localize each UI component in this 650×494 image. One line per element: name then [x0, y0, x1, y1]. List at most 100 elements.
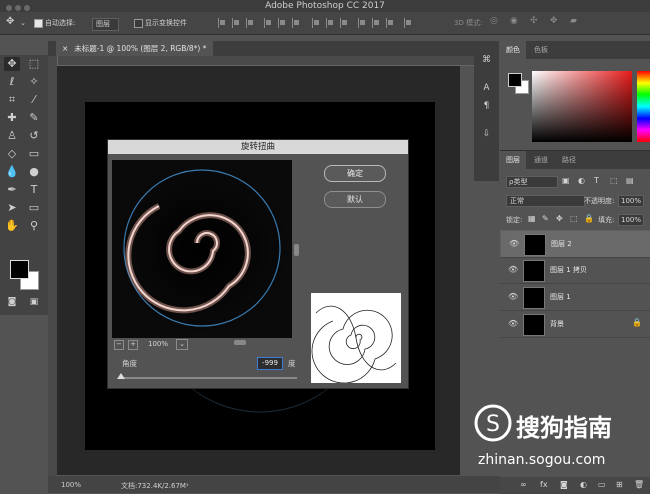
layer-filter-dropdown[interactable]: ρ类型 — [506, 176, 558, 188]
brush-tool-icon[interactable]: ✎ — [26, 111, 42, 125]
folder-icon[interactable]: ▭ — [598, 480, 606, 489]
lock-paint-icon[interactable]: ✎ — [542, 214, 549, 223]
trash-icon[interactable]: 🗑 — [634, 480, 644, 489]
lasso-tool-icon[interactable]: ℓ — [4, 75, 20, 89]
zoom-dropdown-chevron-icon[interactable]: ⌄ — [176, 339, 188, 350]
lock-artboard-icon[interactable]: ⬚ — [570, 214, 578, 223]
angle-input[interactable]: -999 — [257, 357, 283, 370]
filter-shape-icon[interactable]: ⬚ — [610, 176, 618, 185]
type-tool-icon[interactable]: T — [26, 183, 42, 197]
distribute-left-icon[interactable] — [358, 18, 368, 28]
layer-row[interactable]: 👁 图层 1 — [500, 284, 650, 311]
ok-button[interactable]: 确定 — [324, 165, 386, 182]
distribute-vcenter-icon[interactable] — [326, 18, 336, 28]
tab-swatches[interactable]: 色板 — [528, 41, 554, 59]
align-bottom-icon[interactable] — [246, 18, 256, 28]
angle-slider-thumb[interactable] — [117, 373, 125, 379]
align-hcenter-icon[interactable] — [278, 18, 288, 28]
zoom-out-button[interactable]: − — [114, 340, 124, 350]
blend-mode-dropdown[interactable]: 正常 — [506, 195, 585, 207]
eyedropper-icon[interactable]: ⁄ — [26, 93, 42, 107]
align-vcenter-icon[interactable] — [232, 18, 242, 28]
show-transform-checkbox[interactable] — [134, 18, 143, 28]
adjustment-icon[interactable]: ◐ — [580, 480, 587, 489]
move-tool-icon[interactable]: ✥ — [6, 16, 14, 27]
filter-pixel-icon[interactable]: ▣ — [562, 176, 570, 185]
move-tool-icon[interactable]: ✥ — [4, 57, 20, 71]
align-right-icon[interactable] — [292, 18, 302, 28]
show-transform-option[interactable]: 显示变换控件 — [134, 18, 187, 29]
document-tab[interactable]: × 未标题-1 @ 100% (图层 2, RGB/8*) * — [56, 41, 213, 56]
eraser-tool-icon[interactable]: ◇ — [4, 147, 20, 161]
link-layers-icon[interactable]: ∞ — [520, 480, 527, 489]
auto-select-option[interactable]: 自动选择: — [34, 18, 75, 29]
lock-all-icon[interactable]: 🔒 — [584, 214, 594, 223]
angle-slider-track[interactable] — [121, 377, 297, 379]
distribute-top-icon[interactable] — [312, 18, 322, 28]
path-selection-icon[interactable]: ➤ — [4, 201, 20, 215]
history-panel-icon[interactable]: ⌘ — [481, 55, 492, 66]
eye-icon[interactable]: 👁 — [509, 239, 519, 248]
lock-position-icon[interactable]: ✥ — [556, 214, 563, 223]
layer-row[interactable]: 👁 图层 2 — [500, 230, 650, 258]
distribute-right-icon[interactable] — [386, 18, 396, 28]
screen-mode-icon[interactable]: ▣ — [26, 295, 42, 309]
clone-stamp-icon[interactable]: ♙ — [4, 129, 20, 143]
layer-row[interactable]: 👁 背景 🔒 — [500, 311, 650, 338]
fx-icon[interactable]: fx — [540, 480, 548, 489]
character-panel-icon[interactable]: A — [481, 83, 492, 94]
auto-select-dropdown[interactable]: 图层 — [92, 18, 119, 31]
panel-foreground-swatch-front[interactable] — [508, 73, 522, 87]
filter-type-icon[interactable]: T — [594, 176, 599, 185]
3d-scale-icon[interactable]: ▰ — [570, 16, 577, 27]
3d-orbit-icon[interactable]: ◎ — [490, 16, 498, 27]
distribute-hcenter-icon[interactable] — [372, 18, 382, 28]
hand-tool-icon[interactable]: ✋ — [4, 219, 20, 233]
auto-select-checkbox[interactable] — [34, 18, 43, 28]
tab-color[interactable]: 颜色 — [500, 41, 526, 59]
zoom-level[interactable]: 100% — [61, 481, 81, 489]
3d-roll-icon[interactable]: ◉ — [510, 16, 518, 27]
blur-tool-icon[interactable]: 💧 — [4, 165, 20, 179]
align-left-icon[interactable] — [264, 18, 274, 28]
zoom-tool-icon[interactable]: ⚲ — [26, 219, 42, 233]
align-top-icon[interactable] — [218, 18, 228, 28]
layer-row[interactable]: 👁 图层 1 拷贝 — [500, 257, 650, 284]
gradient-tool-icon[interactable]: ▭ — [26, 147, 42, 161]
crop-tool-icon[interactable]: ⌗ — [4, 93, 20, 107]
tab-channels[interactable]: 通道 — [528, 151, 554, 169]
3d-pan-icon[interactable]: ✣ — [530, 16, 538, 27]
mask-icon[interactable]: ◙ — [560, 480, 568, 489]
dodge-tool-icon[interactable]: ● — [26, 165, 42, 179]
magic-wand-icon[interactable]: ✧ — [26, 75, 42, 89]
marquee-tool-icon[interactable]: ⬚ — [26, 57, 42, 71]
healing-brush-icon[interactable]: ✚ — [4, 111, 20, 125]
tab-paths[interactable]: 路径 — [556, 151, 582, 169]
hue-slider[interactable] — [637, 71, 650, 142]
status-arrow-icon[interactable]: › — [186, 481, 189, 489]
foreground-color-swatch-front[interactable] — [10, 260, 29, 279]
info-panel-icon[interactable]: ⇩ — [481, 129, 492, 140]
close-icon[interactable]: × — [62, 44, 68, 53]
3d-slide-icon[interactable]: ✥ — [550, 16, 558, 27]
quick-mask-icon[interactable]: ◙ — [4, 295, 20, 309]
tool-preset-chevron-icon[interactable]: ⌄ — [20, 18, 26, 29]
doc-info[interactable]: 文档:732.4K/2.67M — [121, 481, 186, 491]
history-brush-icon[interactable]: ↺ — [26, 129, 42, 143]
filter-smart-icon[interactable]: ▤ — [626, 176, 634, 185]
distribute-bottom-icon[interactable] — [340, 18, 350, 28]
preview-scrollbar-h[interactable] — [234, 340, 246, 345]
lock-pixels-icon[interactable]: ▦ — [528, 214, 536, 223]
filter-adjust-icon[interactable]: ◐ — [578, 176, 585, 185]
filter-preview[interactable] — [112, 160, 292, 338]
rectangle-tool-icon[interactable]: ▭ — [26, 201, 42, 215]
new-layer-icon[interactable]: ⊞ — [616, 480, 623, 489]
tab-layers[interactable]: 图层 — [500, 151, 526, 169]
default-button[interactable]: 默认 — [324, 191, 386, 208]
color-field[interactable] — [532, 71, 632, 142]
eye-icon[interactable]: 👁 — [508, 319, 518, 328]
auto-align-icon[interactable] — [404, 18, 414, 28]
opacity-input[interactable]: 100% — [618, 195, 644, 207]
pen-tool-icon[interactable]: ✒ — [4, 183, 20, 197]
fill-input[interactable]: 100% — [618, 214, 644, 226]
